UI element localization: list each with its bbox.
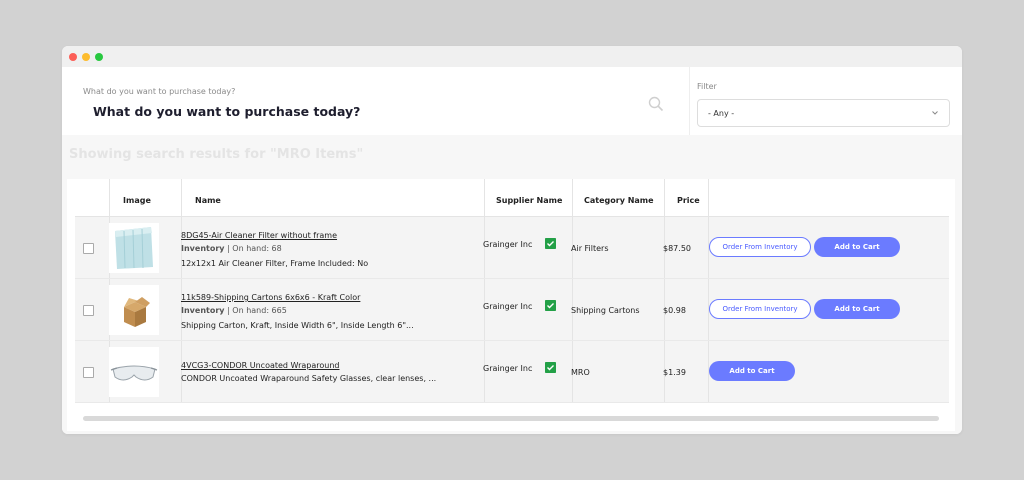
price: $87.50 (663, 244, 691, 253)
column-divider (572, 179, 573, 216)
search-panel[interactable]: What do you want to purchase today? What… (62, 67, 689, 135)
inventory-info: Inventory | On hand: 665 (181, 306, 287, 315)
supplier-name: Grainger Inc (483, 240, 533, 249)
category-name: Air Filters (571, 244, 609, 253)
add-to-cart-button[interactable]: Add to Cart (814, 299, 900, 319)
checkmark-icon (545, 238, 556, 249)
table-row: 8DG45-Air Cleaner Filter without frame I… (75, 217, 949, 279)
filter-select[interactable]: - Any - (697, 99, 950, 127)
chevron-down-icon (932, 111, 938, 115)
search-icon[interactable] (648, 96, 664, 112)
browser-window: What do you want to purchase today? What… (62, 46, 962, 434)
add-to-cart-button[interactable]: Add to Cart (814, 237, 900, 257)
minimize-window-button[interactable] (82, 53, 90, 61)
search-label: What do you want to purchase today? (83, 87, 236, 96)
add-to-cart-button[interactable]: Add to Cart (709, 361, 795, 381)
header-price: Price (677, 196, 700, 205)
header-supplier: Supplier Name (496, 196, 563, 205)
row-select-checkbox[interactable] (83, 367, 94, 378)
product-description: CONDOR Uncoated Wraparound Safety Glasse… (181, 374, 437, 383)
row-select-checkbox[interactable] (83, 305, 94, 316)
results-table: Image Name Supplier Name Category Name P… (67, 179, 955, 431)
supplier-name: Grainger Inc (483, 302, 533, 311)
inventory-label: Inventory (181, 244, 225, 253)
table-header: Image Name Supplier Name Category Name P… (75, 179, 949, 217)
column-divider (664, 179, 665, 216)
supplier-name: Grainger Inc (483, 364, 533, 373)
checkmark-icon (545, 362, 556, 373)
product-description: Shipping Carton, Kraft, Inside Width 6",… (181, 321, 414, 330)
page-content: What do you want to purchase today? What… (62, 67, 962, 434)
order-from-inventory-button[interactable]: Order From Inventory (709, 299, 811, 319)
air-filter-image (109, 223, 159, 273)
column-divider (484, 179, 485, 216)
zoom-window-button[interactable] (95, 53, 103, 61)
inventory-on-hand: | On hand: 68 (224, 244, 282, 253)
filter-label: Filter (697, 82, 717, 91)
title-bar (62, 46, 962, 67)
header-image: Image (123, 196, 151, 205)
shipping-carton-image (109, 285, 159, 335)
horizontal-scrollbar[interactable] (83, 416, 939, 421)
product-name-link[interactable]: 4VCG3-CONDOR Uncoated Wraparound (181, 361, 340, 370)
column-divider (181, 179, 182, 216)
product-name-link[interactable]: 8DG45-Air Cleaner Filter without frame (181, 231, 337, 240)
safety-glasses-image (109, 347, 159, 397)
price: $0.98 (663, 306, 686, 315)
header-name: Name (195, 196, 221, 205)
header-category: Category Name (584, 196, 654, 205)
category-name: MRO (571, 368, 590, 377)
checkmark-icon (545, 300, 556, 311)
close-window-button[interactable] (69, 53, 77, 61)
column-divider (109, 179, 110, 216)
price: $1.39 (663, 368, 686, 377)
column-divider (181, 341, 182, 402)
inventory-info: Inventory | On hand: 68 (181, 244, 282, 253)
product-name-link[interactable]: 11k589-Shipping Cartons 6x6x6 - Kraft Co… (181, 293, 360, 302)
column-divider (708, 179, 709, 216)
row-select-checkbox[interactable] (83, 243, 94, 254)
search-input[interactable]: What do you want to purchase today? (93, 104, 360, 119)
inventory-label: Inventory (181, 306, 225, 315)
filter-panel: Filter - Any - (689, 67, 962, 135)
inventory-on-hand: | On hand: 665 (224, 306, 287, 315)
results-title: Showing search results for "MRO Items" (69, 147, 364, 162)
table-row: 4VCG3-CONDOR Uncoated Wraparound CONDOR … (75, 341, 949, 403)
product-description: 12x12x1 Air Cleaner Filter, Frame Includ… (181, 259, 369, 268)
order-from-inventory-button[interactable]: Order From Inventory (709, 237, 811, 257)
filter-selected-value: - Any - (708, 109, 735, 118)
table-row: 11k589-Shipping Cartons 6x6x6 - Kraft Co… (75, 279, 949, 341)
category-name: Shipping Cartons (571, 306, 640, 315)
